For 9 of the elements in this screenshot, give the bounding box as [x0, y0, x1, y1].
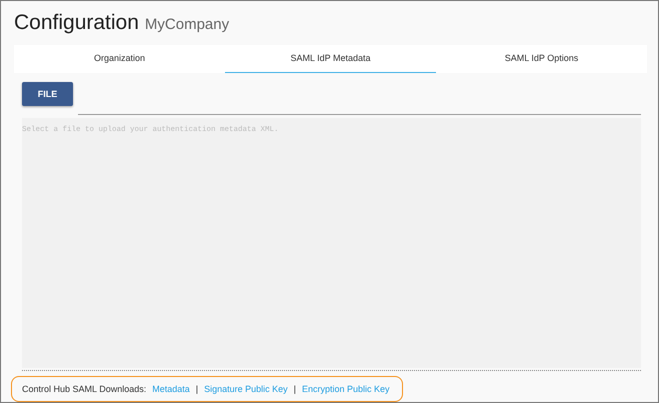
- separator: |: [294, 384, 296, 394]
- separator: |: [196, 384, 198, 394]
- page-title: Configuration: [14, 11, 139, 35]
- company-name: MyCompany: [144, 16, 230, 33]
- downloads-label: Control Hub SAML Downloads:: [22, 384, 146, 394]
- tab[interactable]: SAML IdP Metadata: [225, 44, 436, 73]
- tab[interactable]: SAML IdP Options: [436, 44, 647, 73]
- file-button[interactable]: FILE: [22, 82, 73, 106]
- tab[interactable]: Organization: [14, 44, 225, 73]
